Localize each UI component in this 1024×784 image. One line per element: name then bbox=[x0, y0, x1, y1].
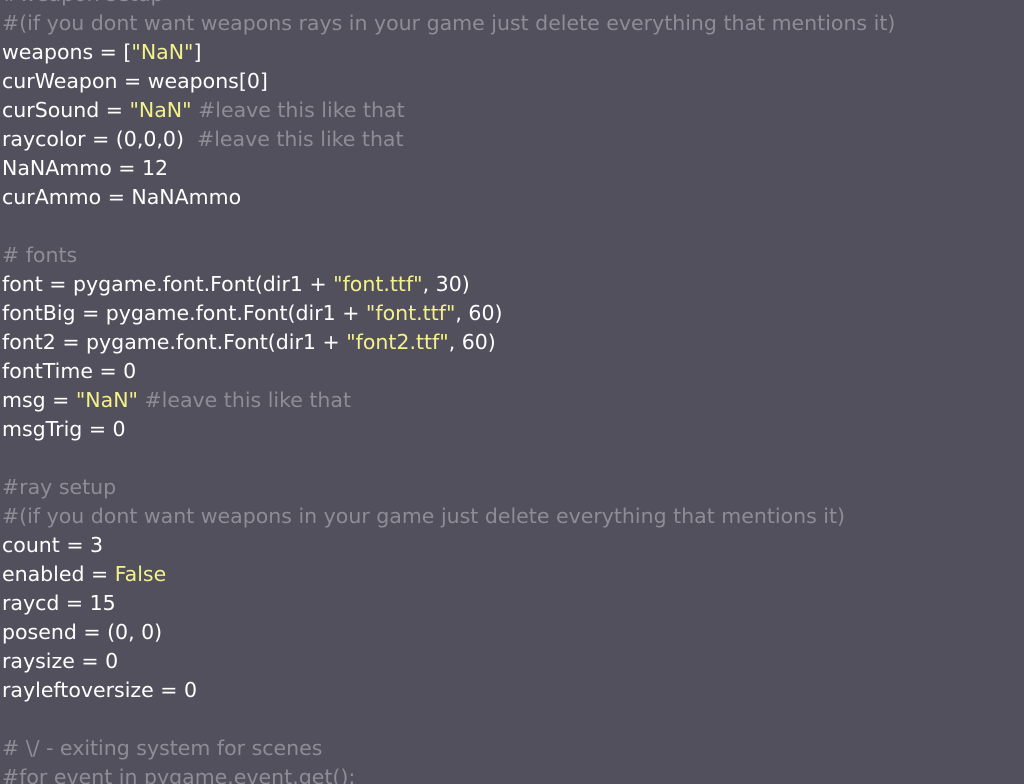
code-line[interactable]: weapons = ["NaN"] bbox=[2, 38, 201, 67]
code-line[interactable]: # \/ - exiting system for scenes bbox=[2, 734, 322, 763]
code-token-plain: , 60) bbox=[455, 301, 503, 325]
code-token-plain: font2 = pygame.font.Font(dir1 + bbox=[2, 330, 347, 354]
code-token-plain: , 30) bbox=[422, 272, 470, 296]
code-token-plain: raycd = 15 bbox=[2, 591, 116, 615]
code-line[interactable]: rayleftoversize = 0 bbox=[2, 676, 197, 705]
code-token-plain: NaNAmmo = 12 bbox=[2, 156, 169, 180]
code-line[interactable]: msgTrig = 0 bbox=[2, 415, 126, 444]
code-token-plain: fontBig = pygame.font.Font(dir1 + bbox=[2, 301, 366, 325]
code-token-string: "font.ttf" bbox=[333, 272, 423, 296]
code-editor[interactable]: #weapon setup #(if you dont want weapons … bbox=[0, 0, 1024, 784]
code-token-plain: weapons = [ bbox=[2, 40, 132, 64]
code-line[interactable]: curAmmo = NaNAmmo bbox=[2, 183, 241, 212]
code-line[interactable]: curWeapon = weapons[0] bbox=[2, 67, 268, 96]
code-token-string: "font.ttf" bbox=[365, 301, 456, 325]
code-token-plain: posend = (0, 0) bbox=[2, 620, 163, 644]
code-token-comment: #(if you dont want weapons in your game … bbox=[2, 504, 846, 528]
code-token-string: "NaN" bbox=[75, 388, 138, 412]
code-token-plain: count = 3 bbox=[2, 533, 104, 557]
code-line[interactable]: fontBig = pygame.font.Font(dir1 + "font.… bbox=[2, 299, 503, 328]
code-token-comment: #leave this like that bbox=[137, 388, 352, 412]
code-token-plain: rayleftoversize = 0 bbox=[2, 678, 198, 702]
code-token-plain: curAmmo = NaNAmmo bbox=[2, 185, 242, 209]
code-token-keyword: False bbox=[114, 562, 167, 586]
code-token-plain: , 60) bbox=[448, 330, 496, 354]
code-line[interactable]: posend = (0, 0) bbox=[2, 618, 162, 647]
code-token-comment: #ray setup bbox=[2, 475, 117, 499]
code-line[interactable]: msg = "NaN" #leave this like that bbox=[2, 386, 351, 415]
code-line[interactable]: raycd = 15 bbox=[2, 589, 116, 618]
code-token-plain: ] bbox=[193, 40, 202, 64]
code-token-string: "NaN" bbox=[131, 40, 194, 64]
code-token-string: "font2.ttf" bbox=[346, 330, 449, 354]
code-token-comment: #weapon setup bbox=[2, 0, 164, 6]
code-token-string: "NaN" bbox=[129, 98, 192, 122]
code-line[interactable]: #(if you dont want weapons in your game … bbox=[2, 502, 845, 531]
code-token-plain: curSound = bbox=[2, 98, 130, 122]
code-line[interactable]: enabled = False bbox=[2, 560, 166, 589]
code-token-plain: fontTime = 0 bbox=[2, 359, 137, 383]
code-token-plain: enabled = bbox=[2, 562, 115, 586]
code-token-comment: #(if you dont want weapons rays in your … bbox=[2, 11, 896, 35]
code-line[interactable]: #weapon setup bbox=[2, 0, 164, 9]
code-token-plain: curWeapon = weapons[0] bbox=[2, 69, 268, 93]
code-line[interactable]: #for event in pygame.event.get(): bbox=[2, 763, 355, 784]
code-token-comment: #for event in pygame.event.get(): bbox=[2, 765, 356, 784]
code-line[interactable]: #ray setup bbox=[2, 473, 116, 502]
code-line[interactable]: curSound = "NaN" #leave this like that bbox=[2, 96, 405, 125]
code-token-plain: msgTrig = 0 bbox=[2, 417, 126, 441]
code-line[interactable]: #(if you dont want weapons rays in your … bbox=[2, 9, 895, 38]
code-line[interactable]: # fonts bbox=[2, 241, 77, 270]
code-token-plain: msg = bbox=[2, 388, 76, 412]
code-token-plain: raycolor = (0,0,0) bbox=[2, 127, 198, 151]
code-token-comment: # \/ - exiting system for scenes bbox=[2, 736, 323, 760]
code-token-comment: #leave this like that bbox=[197, 127, 404, 151]
code-token-plain: raysize = 0 bbox=[2, 649, 119, 673]
code-line[interactable]: font2 = pygame.font.Font(dir1 + "font2.t… bbox=[2, 328, 496, 357]
code-line[interactable]: font = pygame.font.Font(dir1 + "font.ttf… bbox=[2, 270, 470, 299]
code-token-plain: font = pygame.font.Font(dir1 + bbox=[2, 272, 334, 296]
code-line[interactable]: raysize = 0 bbox=[2, 647, 118, 676]
code-token-comment: # fonts bbox=[2, 243, 78, 267]
code-line[interactable]: raycolor = (0,0,0) #leave this like that bbox=[2, 125, 404, 154]
code-line[interactable]: fontTime = 0 bbox=[2, 357, 136, 386]
code-line[interactable]: NaNAmmo = 12 bbox=[2, 154, 168, 183]
code-token-comment: #leave this like that bbox=[191, 98, 405, 122]
code-line[interactable]: count = 3 bbox=[2, 531, 103, 560]
